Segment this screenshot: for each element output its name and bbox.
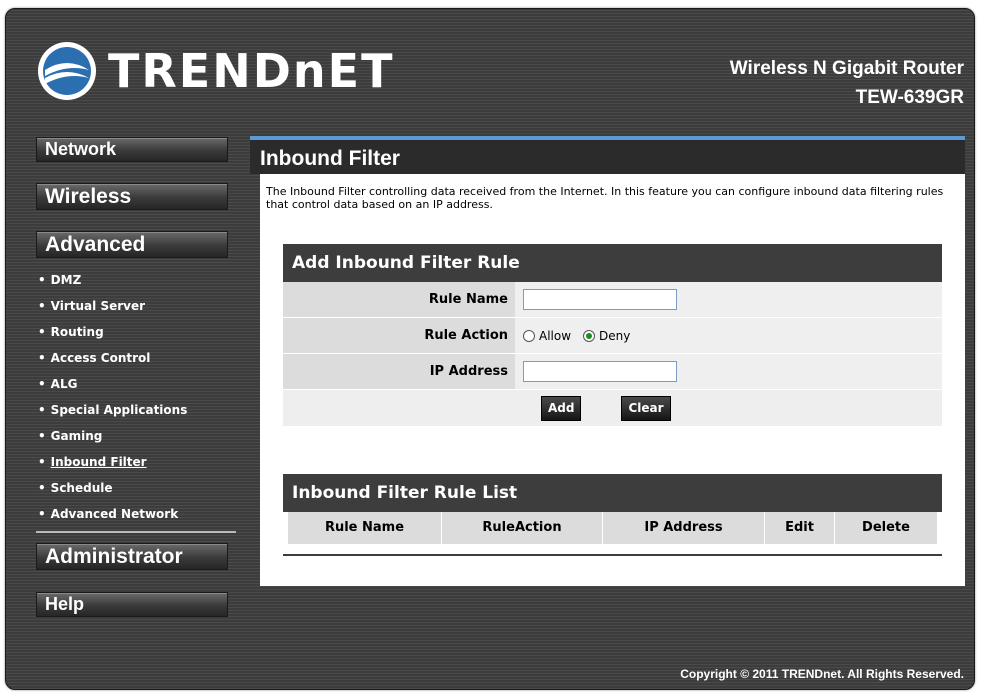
ip-address-input[interactable] — [523, 361, 677, 382]
clear-button[interactable]: Clear — [621, 395, 671, 421]
deny-radio-circle[interactable] — [583, 329, 596, 342]
submenu-item-schedule[interactable]: • Schedule — [36, 475, 236, 501]
rule-name-label: Rule Name — [283, 282, 515, 317]
allow-radio-label: Allow — [539, 328, 572, 343]
submenu-item-dmz[interactable]: • DMZ — [36, 267, 236, 293]
page-description: The Inbound Filter controlling data rece… — [266, 185, 944, 211]
logo-wordmark: TRENDnET — [108, 44, 395, 98]
trendnet-logo: TRENDnET — [36, 41, 394, 101]
nav-administrator-button[interactable]: Administrator — [36, 543, 228, 570]
rule-action-row: Rule Action Allow Deny — [283, 318, 942, 354]
col-ip-address: IP Address — [603, 512, 765, 544]
col-rule-name: Rule Name — [288, 512, 442, 544]
trendnet-globe-icon — [38, 42, 96, 100]
ip-address-label: IP Address — [283, 354, 515, 389]
router-admin-frame: TRENDnET Wireless N Gigabit Router TEW-6… — [5, 8, 975, 690]
product-title: Wireless N Gigabit Router — [729, 58, 964, 79]
rule-name-row: Rule Name — [283, 282, 942, 318]
rule-list-header: Rule Name RuleAction IP Address Edit Del… — [288, 512, 937, 544]
rule-list-section: Inbound Filter Rule List Rule Name RuleA… — [283, 474, 942, 556]
form-buttons: Add Clear — [283, 390, 942, 426]
submenu-item-special-applications[interactable]: • Special Applications — [36, 397, 236, 423]
col-delete: Delete — [862, 520, 910, 535]
copyright-footer: Copyright © 2011 TRENDnet. All Rights Re… — [680, 667, 964, 681]
product-model: TEW-639GR — [855, 87, 964, 108]
main-panel: Inbound Filter The Inbound Filter contro… — [250, 136, 965, 586]
ip-address-row: IP Address — [283, 354, 942, 390]
rule-name-input[interactable] — [523, 289, 677, 310]
rule-action-label: Rule Action — [283, 318, 515, 353]
list-divider — [283, 554, 942, 556]
add-rule-section: Add Inbound Filter Rule Rule Name Rule A… — [283, 244, 942, 426]
submenu-item-virtual-server[interactable]: • Virtual Server — [36, 293, 236, 319]
submenu-item-alg[interactable]: • ALG — [36, 371, 236, 397]
rule-list-heading: Inbound Filter Rule List — [283, 474, 942, 512]
submenu-item-access-control[interactable]: • Access Control — [36, 345, 236, 371]
add-rule-heading: Add Inbound Filter Rule — [283, 244, 942, 282]
advanced-submenu: • DMZ • Virtual Server • Routing • Access Co… — [36, 267, 236, 533]
nav-advanced-button[interactable]: Advanced — [36, 231, 228, 258]
col-edit: Edit — [765, 512, 835, 544]
nav-network-button[interactable]: Network — [36, 137, 228, 162]
deny-radio[interactable]: Deny — [583, 329, 630, 343]
page-title: Inbound Filter — [250, 140, 965, 174]
allow-radio-circle[interactable] — [523, 329, 535, 342]
submenu-item-gaming[interactable]: • Gaming — [36, 423, 236, 449]
submenu-item-inbound-filter[interactable]: • Inbound Filter — [36, 449, 236, 475]
deny-radio-label: Deny — [599, 328, 631, 343]
nav-wireless-button[interactable]: Wireless — [36, 183, 228, 210]
allow-radio[interactable]: Allow — [523, 329, 571, 343]
submenu-item-routing[interactable]: • Routing — [36, 319, 236, 345]
submenu-item-advanced-network[interactable]: • Advanced Network — [36, 501, 236, 527]
add-button[interactable]: Add — [541, 395, 582, 421]
content-area: The Inbound Filter controlling data rece… — [260, 174, 965, 586]
col-rule-action: RuleAction — [442, 512, 603, 544]
nav-help-button[interactable]: Help — [36, 592, 228, 617]
